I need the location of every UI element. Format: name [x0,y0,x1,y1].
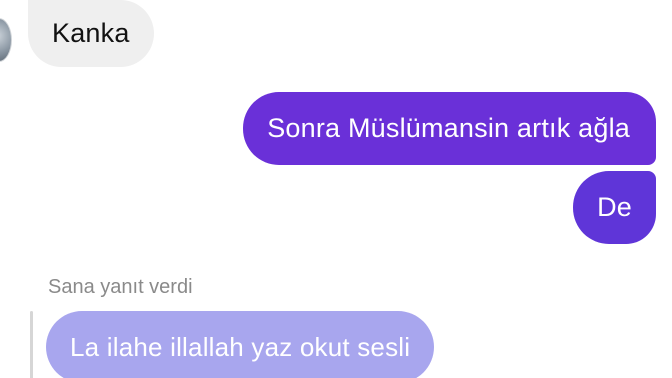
outgoing-message[interactable]: Sonra Müslümansin artık ağla [243,92,656,165]
reply-indicator-bar [30,311,33,378]
chat-thread: Kanka Sonra Müslümansin artık ağla De Sa… [0,0,672,378]
incoming-message-text: Kanka [52,18,130,48]
outgoing-message[interactable]: De [573,171,656,244]
outgoing-message-text: Sonra Müslümansin artık ağla [267,113,630,143]
replied-message[interactable]: La ilahe illallah yaz okut sesli [46,311,435,378]
reply-label: Sana yanıt verdi [48,276,193,298]
incoming-message[interactable]: Kanka [28,0,154,67]
contact-avatar[interactable] [0,18,12,62]
outgoing-message-text: De [597,192,632,222]
replied-message-text: La ilahe illallah yaz okut sesli [70,331,411,362]
